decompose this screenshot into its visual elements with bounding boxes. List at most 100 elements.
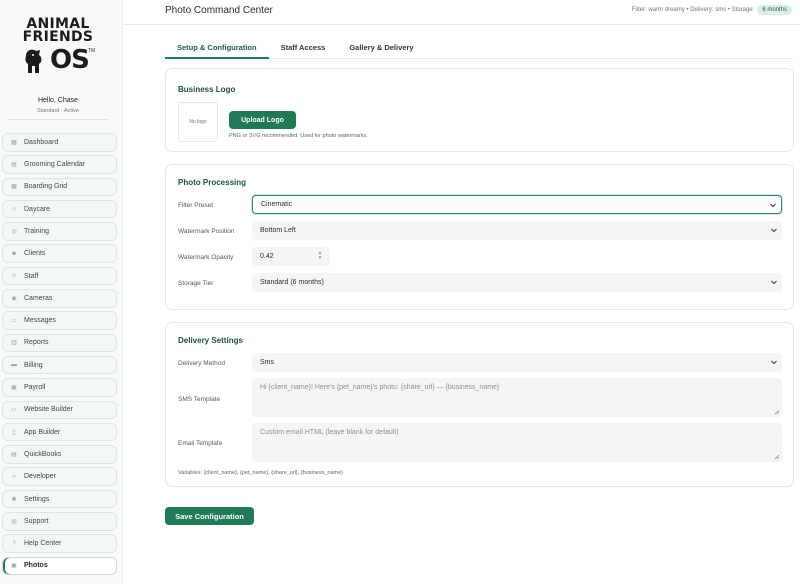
sidebar-item-label: Support: [24, 517, 49, 525]
sidebar-item-label: Cameras: [24, 294, 53, 302]
sidebar-item-label: Messages: [24, 317, 56, 325]
chat-icon: ▭: [11, 318, 17, 325]
sidebar-item-app-builder[interactable]: ▯ App Builder: [2, 422, 117, 442]
top-bar: Photo Command Center Filter: warm dreamy…: [123, 0, 800, 25]
sidebar-item-grooming-calendar[interactable]: ▤ Grooming Calendar: [2, 155, 117, 174]
email-template-placeholder: Custom email HTML (leave blank for defau…: [260, 429, 399, 436]
sidebar-item-label: Grooming Calendar: [24, 161, 86, 169]
number-spinner-icon[interactable]: ▲ ▼: [316, 251, 324, 261]
brand-line-2: FRIENDS: [22, 29, 94, 45]
delivery-method-select[interactable]: Sms: [252, 353, 782, 372]
filter-preset-value: Cinematic: [261, 201, 293, 208]
dog-silhouette-icon: [25, 49, 42, 73]
business-logo-card: Business Logo No logo Upload Logo PNG or…: [165, 68, 794, 152]
chart-icon: ▥: [11, 340, 17, 347]
sidebar-item-label: QuickBooks: [24, 450, 62, 458]
sidebar-item-label: Boarding Grid: [24, 183, 68, 191]
sidebar-item-label: Billing: [24, 361, 43, 369]
sidebar-item-messages[interactable]: ▭ Messages: [2, 311, 117, 330]
users-icon: ☻: [10, 250, 18, 257]
save-configuration-button[interactable]: Save Configuration: [165, 507, 254, 525]
filter-preset-select[interactable]: Cinematic: [252, 195, 782, 214]
watermark-opacity-label: Watermark Opacity: [178, 254, 234, 261]
sidebar-item-cameras[interactable]: ◉ Cameras: [2, 289, 117, 308]
template-variables-hint: Variables: {client_name}, {pet_name}, {s…: [178, 470, 344, 476]
email-template-textarea[interactable]: Custom email HTML (leave blank for defau…: [252, 423, 782, 462]
book-icon: ▤: [11, 451, 17, 458]
user-greeting: Hello, Chase: [37, 97, 79, 104]
sidebar-nav: ▦ Dashboard ▤ Grooming Calendar ▦ Boarding Gr…: [2, 133, 117, 579]
sidebar-item-reports[interactable]: ▥ Reports: [2, 333, 117, 353]
sidebar-item-label: Settings: [24, 495, 50, 503]
watermark-position-label: Watermark Position: [178, 228, 235, 235]
photo-processing-title: Photo Processing: [178, 178, 247, 187]
person-icon: ☺: [10, 273, 18, 280]
resize-grip-icon[interactable]: [774, 454, 780, 460]
sun-icon: ☼: [11, 206, 17, 213]
sms-template-label: SMS Template: [178, 396, 221, 403]
sidebar-item-label: Developer: [24, 473, 56, 481]
sms-template-textarea[interactable]: Hi {client_name}! Here's {pet_name}'s ph…: [252, 378, 782, 417]
sidebar-item-label: Website Builder: [24, 406, 73, 414]
sidebar-item-website-builder[interactable]: ▭ Website Builder: [2, 400, 117, 420]
upload-logo-button[interactable]: Upload Logo: [229, 111, 296, 129]
sidebar-item-daycare[interactable]: ☼ Daycare: [2, 199, 117, 219]
sidebar-item-boarding-grid[interactable]: ▦ Boarding Grid: [2, 177, 117, 197]
sidebar-item-label: Training: [24, 227, 50, 235]
resize-grip-icon[interactable]: [774, 409, 780, 415]
sidebar-item-quickbooks[interactable]: ▤ QuickBooks: [2, 445, 117, 464]
brand-os: OS: [50, 45, 90, 75]
storage-tier-label: Storage Tier: [178, 280, 214, 287]
logo-hint: PNG or SVG recommended. Used for photo w…: [229, 133, 368, 139]
watermark-position-value: Bottom Left: [260, 227, 296, 234]
sidebar: ANIMAL FRIENDS OS TM Hello, Chase Standa…: [0, 0, 123, 584]
sidebar-item-training[interactable]: ◎ Training: [2, 222, 117, 241]
watermark-opacity-input[interactable]: 0.42 ▲ ▼: [252, 247, 330, 266]
email-template-label: Email Template: [178, 440, 223, 447]
sidebar-item-label: Dashboard: [24, 138, 59, 146]
sidebar-item-support[interactable]: ◍ Support: [2, 512, 117, 531]
sidebar-item-staff[interactable]: ☺ Staff: [2, 266, 117, 286]
chevron-down-icon: [771, 360, 777, 365]
storage-tier-select[interactable]: Standard (6 months): [252, 273, 782, 292]
delivery-settings-card: Delivery Settings Delivery Method Sms SM…: [165, 322, 794, 487]
card-icon: ▬: [11, 362, 17, 369]
sidebar-item-clients[interactable]: ☻ Clients: [2, 244, 117, 263]
help-icon: ?: [12, 540, 16, 547]
calendar-icon: ▤: [11, 162, 17, 169]
sidebar-item-label: Help Center: [24, 540, 62, 548]
user-plan: Standard · Active: [37, 108, 79, 114]
tab-gallery-delivery[interactable]: Gallery & Delivery: [337, 40, 425, 59]
delivery-settings-title: Delivery Settings: [178, 336, 243, 345]
sidebar-item-settings[interactable]: ✱ Settings: [2, 489, 117, 509]
delivery-method-value: Sms: [260, 359, 274, 366]
chevron-down-icon: [770, 203, 776, 208]
status-text: Filter: warm dreamy • Delivery: sms • St…: [631, 7, 755, 13]
tab-bar: Setup & Configuration Staff Access Galle…: [165, 40, 793, 59]
sidebar-item-label: Reports: [24, 339, 49, 347]
sidebar-item-label: App Builder: [24, 428, 61, 436]
sidebar-item-developer[interactable]: ‹› Developer: [2, 467, 117, 486]
sidebar-item-help-center[interactable]: ? Help Center: [2, 534, 117, 553]
business-logo-title: Business Logo: [178, 85, 236, 94]
sidebar-item-billing[interactable]: ▬ Billing: [2, 355, 117, 375]
sidebar-item-label: Payroll: [24, 384, 46, 392]
chevron-down-icon: [771, 280, 777, 285]
phone-icon: ▯: [12, 429, 16, 436]
brand-logo[interactable]: ANIMAL FRIENDS OS TM: [22, 17, 95, 76]
tab-setup-configuration[interactable]: Setup & Configuration: [165, 40, 269, 59]
sidebar-item-payroll[interactable]: ▣ Payroll: [2, 378, 117, 397]
grid-icon: ▦: [11, 139, 17, 146]
sidebar-item-dashboard[interactable]: ▦ Dashboard: [2, 133, 117, 152]
watermark-position-select[interactable]: Bottom Left: [252, 221, 782, 240]
sidebar-item-photos[interactable]: ▣ Photos: [2, 556, 117, 576]
grid-icon: ▦: [11, 184, 17, 191]
sidebar-item-label: Daycare: [24, 205, 51, 213]
sidebar-item-label: Staff: [24, 272, 39, 280]
delivery-method-label: Delivery Method: [178, 360, 225, 367]
camera-icon: ◉: [11, 295, 17, 302]
target-icon: ◎: [11, 228, 17, 235]
lifebuoy-icon: ◍: [11, 518, 17, 525]
tab-staff-access[interactable]: Staff Access: [269, 40, 338, 59]
watermark-opacity-value: 0.42: [260, 253, 274, 260]
